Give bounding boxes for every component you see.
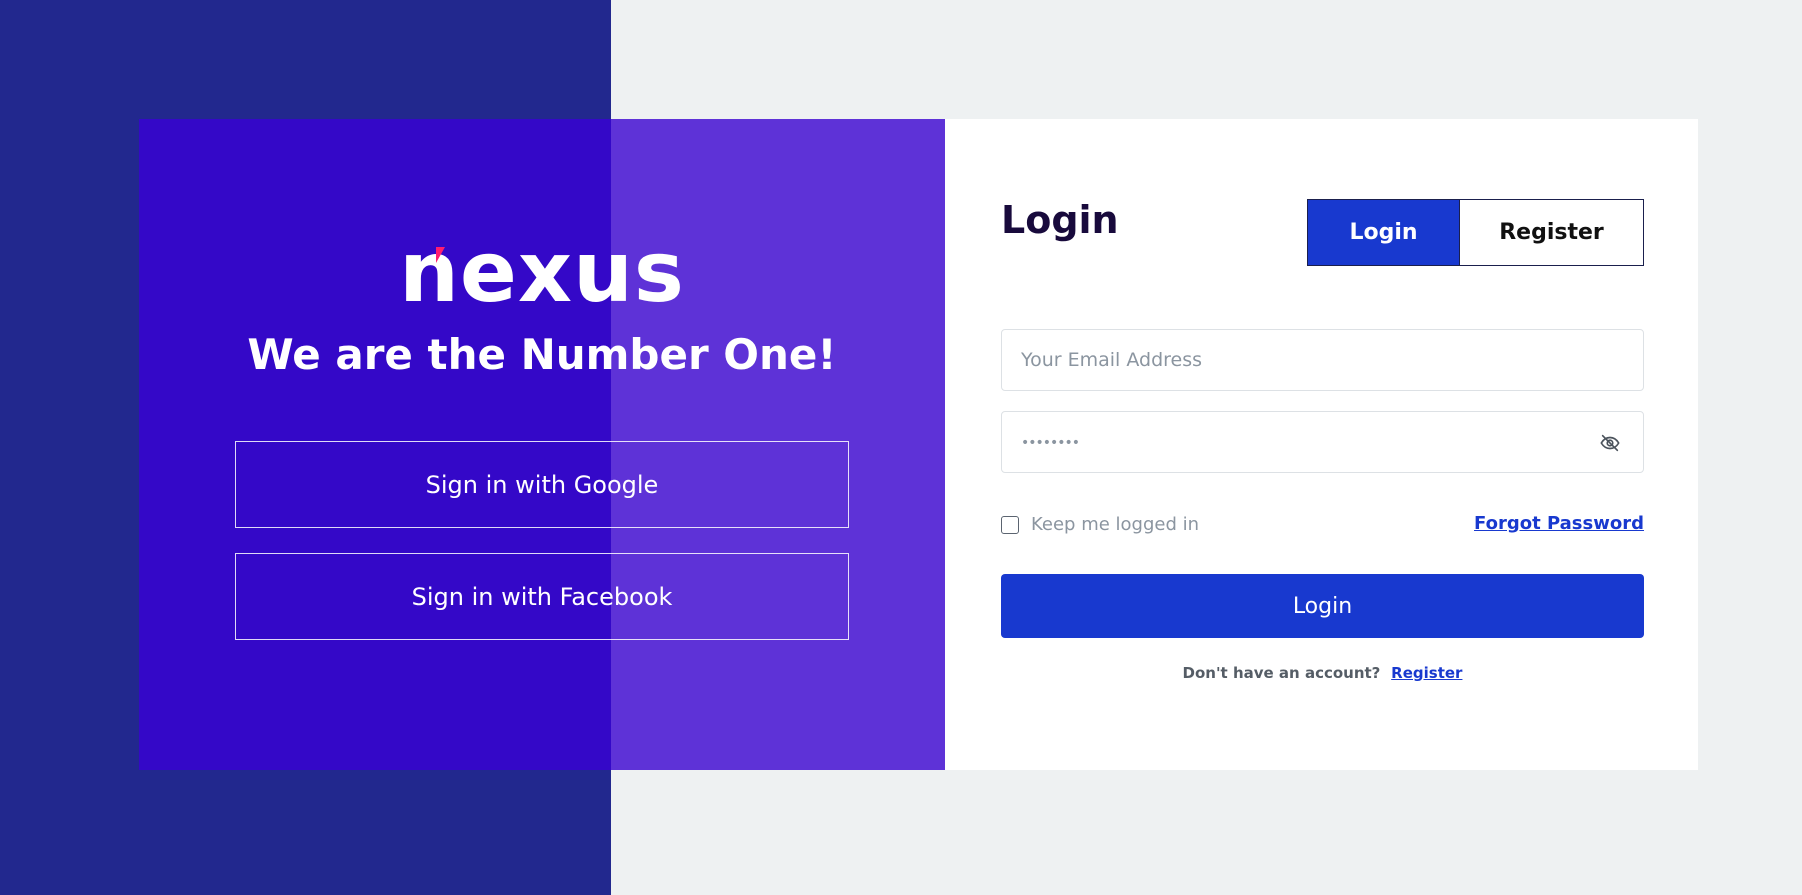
- password-field[interactable]: [1002, 412, 1643, 472]
- email-field[interactable]: [1002, 330, 1643, 390]
- google-signin-label: Sign in with Google: [425, 470, 659, 499]
- signup-prompt: Don't have an account? Register: [1001, 664, 1644, 682]
- login-form-panel: Login Login Register ••••••••: [945, 119, 1698, 770]
- tab-register[interactable]: Register: [1460, 200, 1643, 265]
- password-masked-value: ••••••••: [1021, 435, 1080, 451]
- tab-login-label: Login: [1349, 220, 1418, 245]
- auth-mode-toggle: Login Register: [1307, 199, 1644, 266]
- email-field-wrapper: [1001, 329, 1644, 391]
- brand-tagline: We are the Number One!: [247, 330, 837, 379]
- logo-accent-mark: [436, 247, 446, 263]
- tab-login[interactable]: Login: [1308, 200, 1460, 265]
- facebook-signin-label: Sign in with Facebook: [411, 582, 673, 611]
- remember-me-checkbox[interactable]: [1001, 515, 1019, 534]
- brand-panel: nexus We are the Number One! Sign in wit…: [139, 119, 945, 770]
- nexus-logo: nexus: [139, 227, 945, 317]
- register-link[interactable]: Register: [1391, 664, 1462, 682]
- eye-off-icon[interactable]: [1599, 432, 1621, 454]
- login-submit-label: Login: [1292, 593, 1353, 619]
- facebook-signin-button[interactable]: Sign in with Facebook: [235, 553, 849, 640]
- forgot-password-link[interactable]: Forgot Password: [1474, 513, 1644, 534]
- password-field-wrapper: ••••••••: [1001, 411, 1644, 473]
- login-submit-button[interactable]: Login: [1001, 574, 1644, 638]
- google-signin-button[interactable]: Sign in with Google: [235, 441, 849, 528]
- signup-question: Don't have an account?: [1182, 664, 1381, 682]
- remember-me-label: Keep me logged in: [1031, 514, 1200, 535]
- tab-register-label: Register: [1499, 220, 1604, 245]
- brand-content: nexus We are the Number One! Sign in wit…: [139, 119, 945, 770]
- auth-card: nexus We are the Number One! Sign in wit…: [139, 119, 1698, 770]
- logo-text: nexus: [399, 223, 685, 321]
- remember-me[interactable]: Keep me logged in: [1001, 514, 1199, 535]
- page-title: Login: [1001, 198, 1119, 242]
